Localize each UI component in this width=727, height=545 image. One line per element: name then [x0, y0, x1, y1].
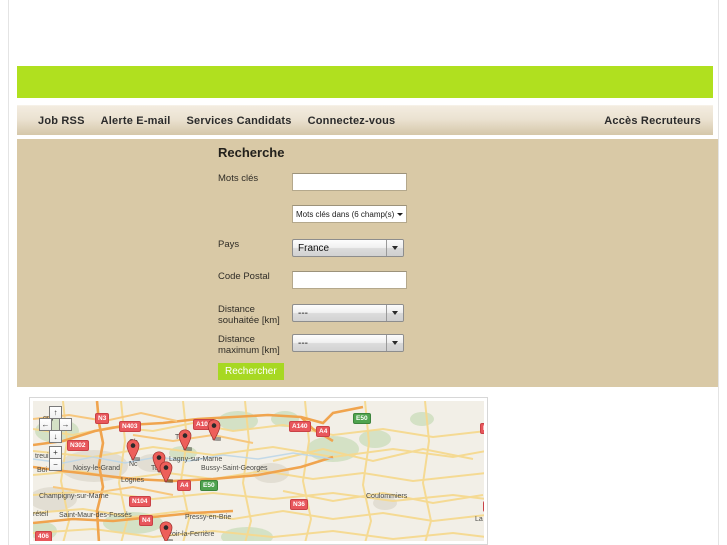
road-shield: A140	[289, 421, 311, 432]
map-zoom-out-button[interactable]: −	[49, 458, 62, 471]
nav-services-candidats[interactable]: Services Candidats	[187, 115, 292, 127]
keywords-label: Mots clés	[218, 173, 259, 184]
distance-desired-select[interactable]: ---	[292, 304, 404, 322]
search-submit-button[interactable]: Rechercher	[218, 363, 284, 380]
postal-code-input[interactable]	[292, 271, 407, 289]
road-shield: A4	[316, 426, 331, 437]
distance-max-label: Distance maximum [km]	[218, 334, 280, 356]
map-marker[interactable]	[207, 419, 221, 441]
road-shield: E50	[353, 413, 371, 424]
map-pan-down-button[interactable]: ↓	[49, 430, 62, 443]
road-shield: N403	[119, 421, 141, 432]
road-shield: N104	[129, 496, 151, 507]
nav-acces-recruteurs[interactable]: Accès Recruteurs	[604, 115, 701, 127]
country-select[interactable]: France	[292, 239, 404, 257]
green-banner	[17, 66, 713, 98]
chevron-down-icon	[397, 212, 403, 216]
map-marker[interactable]	[159, 461, 173, 483]
road-shield: N4	[139, 515, 154, 526]
map-container: gny Ch Noisy-le-Grand treuil Boi Lognes …	[29, 397, 488, 545]
road-shield: N36	[290, 499, 308, 510]
postal-label: Code Postal	[218, 271, 270, 282]
distance-desired-label: Distance souhaitée [km]	[218, 304, 280, 326]
nav-alerte-email[interactable]: Alerte E-mail	[101, 115, 171, 127]
country-value: France	[298, 242, 330, 254]
distance-max-select[interactable]: ---	[292, 334, 404, 352]
keywords-input[interactable]	[292, 173, 407, 191]
country-label: Pays	[218, 239, 240, 250]
map-marker[interactable]	[126, 439, 140, 461]
map-canvas[interactable]: gny Ch Noisy-le-Grand treuil Boi Lognes …	[33, 401, 484, 541]
keywords-scope-select[interactable]: Mots clés dans (6 champ(s)	[292, 205, 407, 223]
chevron-down-icon	[386, 240, 403, 256]
site-header	[9, 0, 718, 66]
page-frame: Job RSS Alerte E-mail Services Candidats…	[8, 0, 719, 545]
main-navigation-bar: Job RSS Alerte E-mail Services Candidats…	[17, 105, 713, 135]
road-shield: N3	[95, 413, 110, 424]
map-marker[interactable]	[178, 429, 192, 451]
nav-links-right: Accès Recruteurs	[604, 106, 701, 136]
search-panel: Recherche Mots clés Mots clés dans (6 ch…	[17, 139, 718, 387]
chevron-down-icon	[386, 335, 403, 351]
map-marker[interactable]	[159, 521, 173, 541]
search-panel-title: Recherche	[218, 145, 285, 160]
map-controls: ↑ ← → ↓ + −	[39, 406, 73, 472]
road-shield: N	[483, 501, 484, 512]
nav-job-rss[interactable]: Job RSS	[38, 115, 85, 127]
nav-links-left: Job RSS Alerte E-mail Services Candidats…	[38, 106, 395, 136]
road-shield: E50	[200, 480, 218, 491]
distance-max-value: ---	[298, 337, 308, 349]
chevron-down-icon	[386, 305, 403, 321]
nav-connectez-vous[interactable]: Connectez-vous	[308, 115, 396, 127]
road-shield: A4	[177, 480, 192, 491]
distance-desired-value: ---	[298, 307, 308, 319]
road-shield: 406	[35, 531, 52, 541]
road-shield: N	[480, 423, 484, 434]
keywords-scope-value: Mots clés dans (6 champ(s)	[296, 209, 395, 219]
